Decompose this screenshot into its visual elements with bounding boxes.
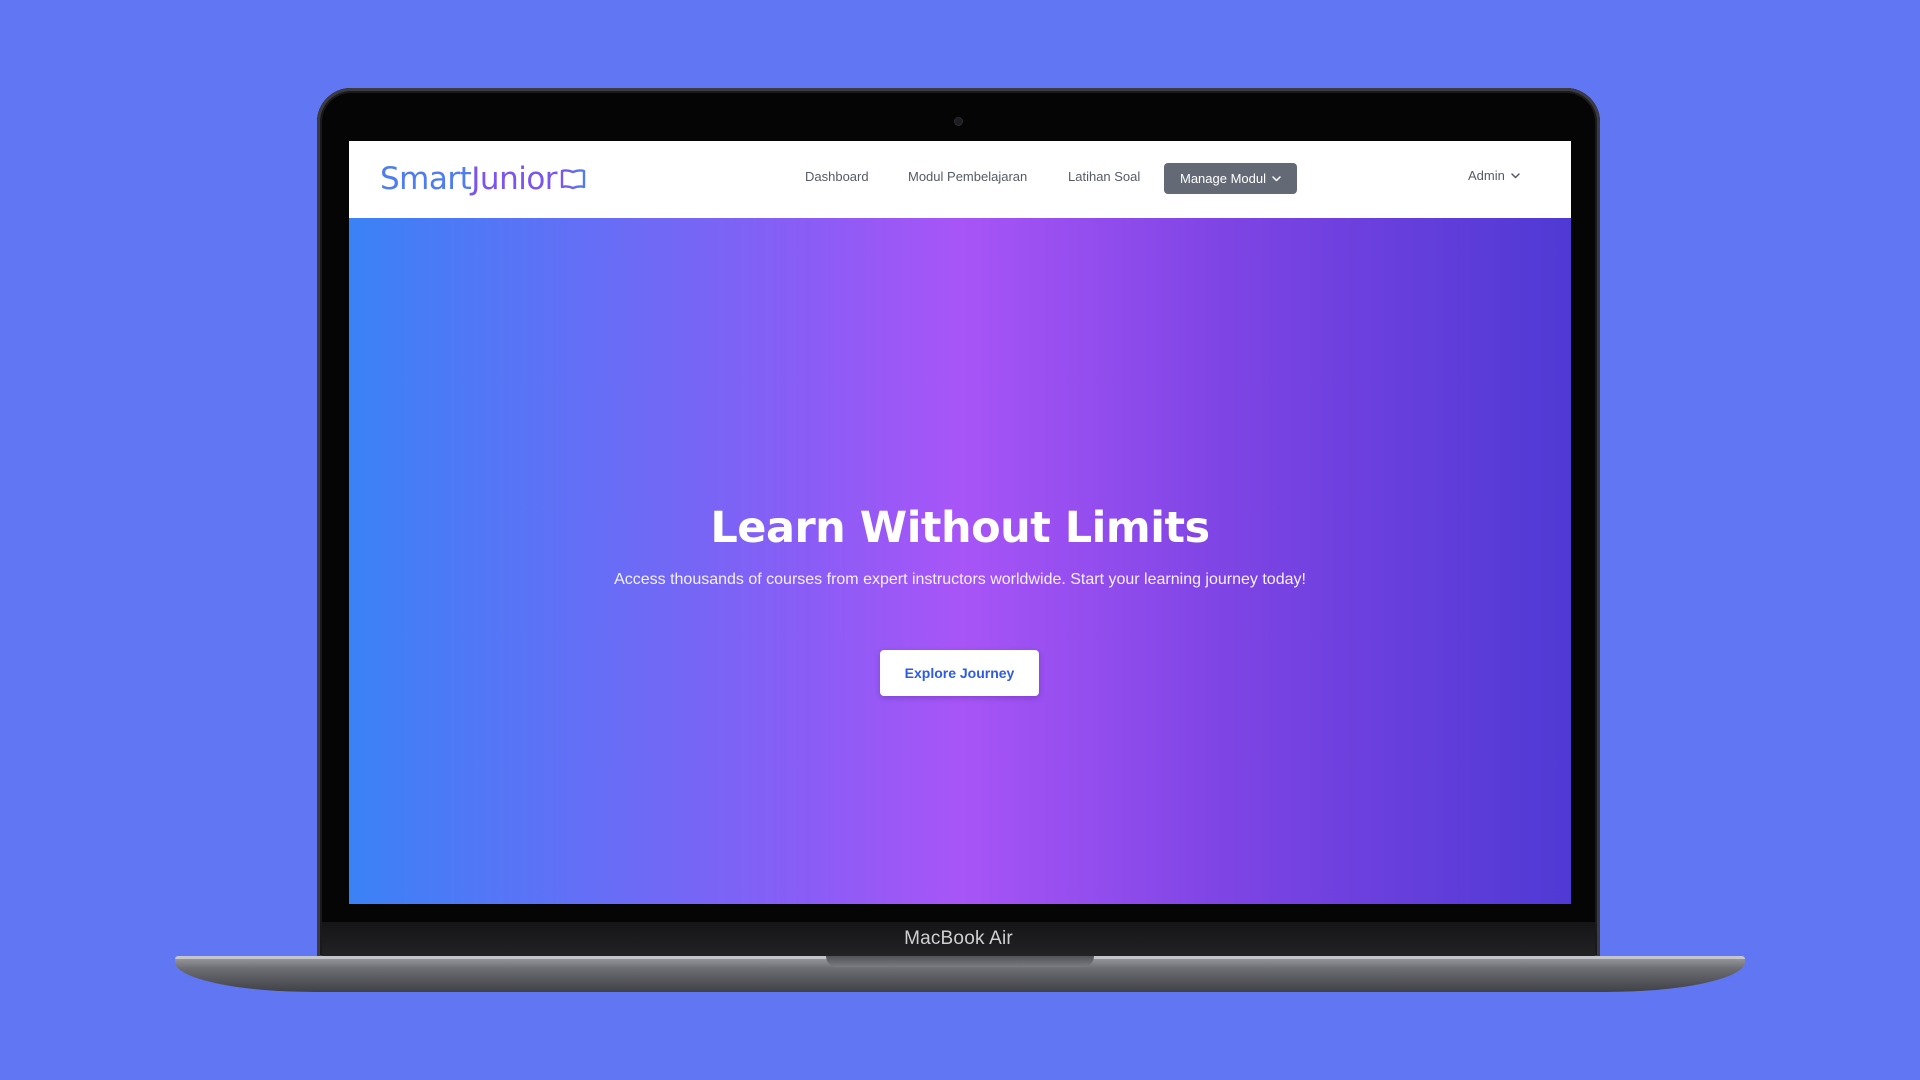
admin-user-menu[interactable]: Admin — [1468, 168, 1520, 183]
hero-subtitle: Access thousands of courses from expert … — [614, 571, 1306, 588]
explore-journey-button[interactable]: Explore Journey — [880, 650, 1039, 696]
nav-link-latihan-soal[interactable]: Latihan Soal — [1068, 169, 1140, 184]
chevron-down-icon — [1272, 175, 1281, 182]
hero-section: Learn Without Limits Access thousands of… — [349, 218, 1571, 904]
device-label: MacBook Air — [904, 928, 1013, 949]
laptop-chin: MacBook Air — [322, 922, 1595, 958]
navbar: Smart Junior Dashboard Modul Pembelajara… — [349, 141, 1571, 218]
mockup-stage: MacBook Air Smart Junior Dashboard Modul… — [0, 0, 1920, 1080]
base-notch — [826, 956, 1094, 967]
laptop-screen: Smart Junior Dashboard Modul Pembelajara… — [349, 141, 1571, 904]
admin-label: Admin — [1468, 168, 1505, 183]
hero-title: Learn Without Limits — [710, 503, 1210, 553]
nav-links: Dashboard Modul Pembelajaran Latihan Soa… — [349, 141, 1571, 218]
laptop-base — [175, 956, 1745, 992]
manage-modul-label: Manage Modul — [1180, 171, 1266, 186]
chevron-down-icon — [1511, 172, 1520, 179]
nav-link-modul-pembelajaran[interactable]: Modul Pembelajaran — [908, 169, 1027, 184]
camera-icon — [955, 118, 962, 125]
manage-modul-dropdown-button[interactable]: Manage Modul — [1164, 163, 1297, 194]
nav-link-dashboard[interactable]: Dashboard — [805, 169, 869, 184]
